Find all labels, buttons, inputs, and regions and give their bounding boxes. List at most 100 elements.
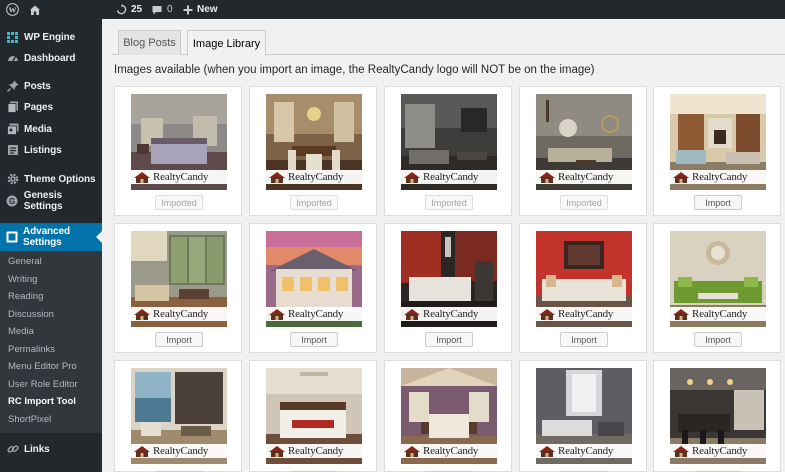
watermark-text: RealtyCandy xyxy=(423,445,479,457)
tab-image-library[interactable]: Image Library xyxy=(187,30,266,56)
import-button[interactable]: Import xyxy=(290,332,338,347)
svg-text:W: W xyxy=(9,5,17,14)
link-icon xyxy=(6,443,19,456)
menu-item-media[interactable]: Media xyxy=(0,119,102,139)
pages-icon xyxy=(6,101,19,114)
pin-icon xyxy=(6,80,19,93)
image-card: RealtyCandy Import xyxy=(519,223,647,353)
watermark-text: RealtyCandy xyxy=(423,171,479,183)
import-button[interactable]: Import xyxy=(694,195,742,210)
realtycandy-logo-icon xyxy=(266,170,288,184)
menu-item-links[interactable]: Links xyxy=(0,439,102,459)
watermark-text: RealtyCandy xyxy=(288,171,344,183)
image-card: RealtyCandy Import xyxy=(384,223,512,353)
realtycandy-watermark: RealtyCandy xyxy=(670,307,766,321)
image-thumbnail[interactable]: RealtyCandy xyxy=(266,368,362,464)
comments-count: 0 xyxy=(167,4,173,15)
image-card: RealtyCandy Import xyxy=(653,223,781,353)
image-thumbnail[interactable]: RealtyCandy xyxy=(536,94,632,190)
comment-icon xyxy=(152,5,162,15)
image-thumbnail[interactable]: RealtyCandy xyxy=(670,94,766,190)
imported-button: Imported xyxy=(425,195,473,210)
wordpress-logo-icon[interactable]: W xyxy=(6,0,19,19)
wp-engine-icon xyxy=(6,31,19,44)
image-card: RealtyCandy Import xyxy=(249,223,377,353)
image-thumbnail[interactable]: RealtyCandy xyxy=(536,368,632,464)
watermark-text: RealtyCandy xyxy=(692,308,748,320)
main-content: Blog Posts Image Library Images availabl… xyxy=(102,19,785,472)
realtycandy-watermark: RealtyCandy xyxy=(266,444,362,458)
menu-label: Theme Options xyxy=(24,173,96,185)
realtycandy-watermark: RealtyCandy xyxy=(131,444,227,458)
submenu-item-menu-editor-pro[interactable]: Menu Editor Pro xyxy=(8,358,77,374)
menu-item-theme-options[interactable]: Theme Options xyxy=(0,169,102,189)
import-button[interactable]: Import xyxy=(155,332,203,347)
advanced-settings-icon xyxy=(6,231,18,244)
realtycandy-watermark: RealtyCandy xyxy=(670,170,766,184)
submenu-item-shortpixel[interactable]: ShortPixel xyxy=(8,411,51,427)
image-thumbnail[interactable]: RealtyCandy xyxy=(401,231,497,327)
submenu-item-user-role-editor[interactable]: User Role Editor xyxy=(8,376,78,392)
image-thumbnail[interactable]: RealtyCandy xyxy=(131,231,227,327)
watermark-text: RealtyCandy xyxy=(153,171,209,183)
menu-label: Advanced Settings xyxy=(23,226,70,248)
genesis-icon: G xyxy=(6,195,19,208)
image-thumbnail[interactable]: RealtyCandy xyxy=(670,368,766,464)
menu-item-genesis-settings[interactable]: G Genesis Settings xyxy=(0,190,102,212)
image-thumbnail[interactable]: RealtyCandy xyxy=(536,231,632,327)
realtycandy-watermark: RealtyCandy xyxy=(401,170,497,184)
menu-label: Listings xyxy=(24,144,62,156)
submenu-item-permalinks[interactable]: Permalinks xyxy=(8,341,55,357)
dashboard-icon xyxy=(6,52,19,65)
menu-item-listings[interactable]: Listings xyxy=(0,140,102,160)
submenu-item-writing[interactable]: Writing xyxy=(8,271,37,287)
tab-blog-posts[interactable]: Blog Posts xyxy=(118,30,181,55)
image-card: RealtyCandy Import xyxy=(114,223,242,353)
submenu-item-discussion[interactable]: Discussion xyxy=(8,306,54,322)
updates-item[interactable]: 25 xyxy=(116,0,142,19)
image-thumbnail[interactable]: RealtyCandy xyxy=(670,231,766,327)
realtycandy-watermark: RealtyCandy xyxy=(266,170,362,184)
menu-item-posts[interactable]: Posts xyxy=(0,76,102,96)
watermark-text: RealtyCandy xyxy=(692,171,748,183)
submenu-item-general[interactable]: General xyxy=(8,253,42,269)
image-thumbnail[interactable]: RealtyCandy xyxy=(266,231,362,327)
menu-item-advanced-settings[interactable]: Advanced Settings xyxy=(0,223,102,251)
plus-icon xyxy=(183,5,193,15)
realtycandy-logo-icon xyxy=(536,444,558,458)
listings-icon xyxy=(6,144,19,157)
menu-item-wp-engine[interactable]: WP Engine xyxy=(0,27,102,47)
import-button[interactable]: Import xyxy=(694,332,742,347)
menu-item-dashboard[interactable]: Dashboard xyxy=(0,48,102,68)
realtycandy-logo-icon xyxy=(536,170,558,184)
realtycandy-watermark: RealtyCandy xyxy=(536,170,632,184)
home-icon[interactable] xyxy=(29,0,41,19)
realtycandy-logo-icon xyxy=(401,444,423,458)
submenu-item-media[interactable]: Media xyxy=(8,323,34,339)
image-thumbnail[interactable]: RealtyCandy xyxy=(401,94,497,190)
watermark-text: RealtyCandy xyxy=(692,445,748,457)
image-thumbnail[interactable]: RealtyCandy xyxy=(131,368,227,464)
submenu-item-rc-import-tool[interactable]: RC Import Tool xyxy=(8,393,76,409)
watermark-text: RealtyCandy xyxy=(288,308,344,320)
image-card: RealtyCandyImport xyxy=(249,360,377,472)
menu-label: Links xyxy=(24,443,50,455)
realtycandy-logo-icon xyxy=(131,307,153,321)
realtycandy-logo-icon xyxy=(670,444,692,458)
updates-count: 25 xyxy=(131,4,143,15)
new-content-item[interactable]: New xyxy=(183,0,218,19)
realtycandy-watermark: RealtyCandy xyxy=(401,444,497,458)
menu-label: Genesis Settings xyxy=(23,190,63,212)
realtycandy-logo-icon xyxy=(670,307,692,321)
import-button[interactable]: Import xyxy=(560,332,608,347)
realtycandy-logo-icon xyxy=(131,170,153,184)
import-button[interactable]: Import xyxy=(425,332,473,347)
realtycandy-logo-icon xyxy=(131,444,153,458)
new-label: New xyxy=(197,4,218,15)
image-thumbnail[interactable]: RealtyCandy xyxy=(131,94,227,190)
comments-item[interactable]: 0 xyxy=(152,0,173,19)
menu-item-pages[interactable]: Pages xyxy=(0,97,102,117)
submenu-item-reading[interactable]: Reading xyxy=(8,288,43,304)
image-thumbnail[interactable]: RealtyCandy xyxy=(401,368,497,464)
image-thumbnail[interactable]: RealtyCandy xyxy=(266,94,362,190)
